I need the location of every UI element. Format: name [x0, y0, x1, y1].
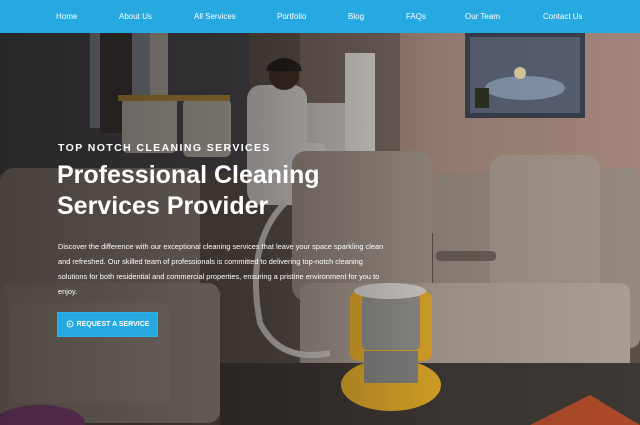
nav-item-all-services[interactable]: All Services	[194, 0, 236, 33]
hero-title: Professional Cleaning Services Provider	[57, 160, 397, 222]
nav-item-blog[interactable]: Blog	[348, 0, 364, 33]
hero-title-line-1: Professional Cleaning	[57, 161, 320, 189]
hero-dark-overlay	[0, 33, 640, 425]
request-service-button[interactable]: REQUEST A SERVICE	[57, 312, 158, 337]
hero-title-line-2: Services Provider	[57, 192, 269, 220]
nav-item-home[interactable]: Home	[56, 0, 77, 33]
main-navbar: Home About Us All Services Portfolio Blo…	[0, 0, 640, 33]
nav-item-about-us[interactable]: About Us	[119, 0, 152, 33]
request-service-label: REQUEST A SERVICE	[76, 321, 150, 328]
hero-description: Discover the difference with our excepti…	[58, 242, 384, 296]
nav-item-portfolio[interactable]: Portfolio	[277, 0, 306, 33]
hero-section	[0, 33, 640, 425]
nav-item-contact-us[interactable]: Contact Us	[543, 0, 583, 33]
hero-eyebrow: TOP NOTCH CLEANING SERVICES	[58, 142, 271, 154]
page: Home About Us All Services Portfolio Blo…	[0, 0, 640, 425]
nav-item-faqs[interactable]: FAQs	[406, 0, 426, 33]
nav-item-our-team[interactable]: Our Team	[465, 0, 500, 33]
whatsapp-icon	[66, 320, 74, 330]
